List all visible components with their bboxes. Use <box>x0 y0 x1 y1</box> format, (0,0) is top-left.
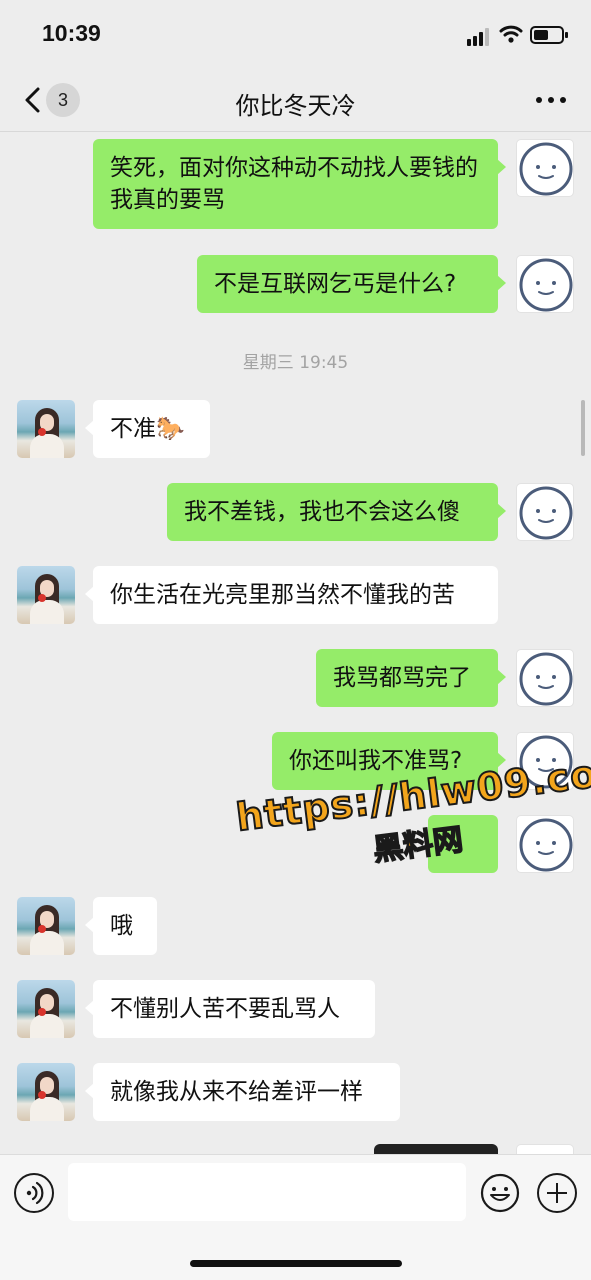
smiley-avatar-icon <box>519 142 573 196</box>
watermark-name: 黑料网 <box>371 822 466 869</box>
message-bubble-received[interactable]: 不懂别人苦不要乱骂人 <box>85 980 375 1038</box>
chat-title: 你比冬天冷 <box>235 92 356 120</box>
message-bubble-received[interactable]: 哦 <box>85 897 157 955</box>
scrollbar[interactable] <box>581 400 585 456</box>
message-bubble-sent[interactable]: 笑死，面对你这种动不动找人要钱的我真的要骂 <box>93 139 506 229</box>
battery-icon <box>530 26 568 44</box>
avatar-me[interactable] <box>516 483 574 541</box>
input-bar <box>0 1154 591 1280</box>
message-bubble-received[interactable]: 就像我从来不给差评一样 <box>85 1063 400 1121</box>
message-bubble-sent[interactable]: 我骂都骂完了 <box>316 649 506 707</box>
avatar-me-partial[interactable] <box>516 1144 574 1154</box>
smiley-avatar-icon <box>519 486 573 540</box>
message-bubble-sent[interactable]: 我不差钱，我也不会这么傻 <box>167 483 506 541</box>
avatar-contact[interactable] <box>17 980 75 1038</box>
plus-icon[interactable] <box>537 1173 577 1213</box>
avatar-me[interactable] <box>516 649 574 707</box>
avatar-me[interactable] <box>516 255 574 313</box>
more-icon[interactable] <box>536 97 566 105</box>
voice-wave-icon <box>26 1181 44 1205</box>
status-time: 10:39 <box>42 20 101 46</box>
message-bubble-received[interactable]: 你生活在光亮里那当然不懂我的苦 <box>85 566 498 624</box>
message-bubble-received[interactable]: 不准🐎 <box>85 400 210 458</box>
avatar-contact[interactable] <box>17 400 75 458</box>
message-bubble-sent[interactable]: 不是互联网乞丐是什么? <box>197 255 506 313</box>
smiley-avatar-icon <box>519 258 573 312</box>
avatar-contact[interactable] <box>17 897 75 955</box>
message-input[interactable] <box>68 1163 466 1221</box>
chat-timestamp: 星期三 19:45 <box>242 353 349 373</box>
emoji-icon[interactable] <box>480 1173 520 1213</box>
cellular-signal-icon <box>467 28 493 46</box>
voice-icon[interactable] <box>14 1173 54 1213</box>
status-bar: 10:39 <box>0 0 591 70</box>
avatar-contact[interactable] <box>17 566 75 624</box>
message-bubble-partial[interactable] <box>374 1144 498 1154</box>
smiley-avatar-icon <box>519 652 573 706</box>
avatar-contact[interactable] <box>17 1063 75 1121</box>
avatar-me[interactable] <box>516 139 574 197</box>
chat-header: 3 你比冬天冷 <box>0 70 591 132</box>
wifi-icon <box>499 25 523 43</box>
home-indicator[interactable] <box>190 1260 402 1267</box>
